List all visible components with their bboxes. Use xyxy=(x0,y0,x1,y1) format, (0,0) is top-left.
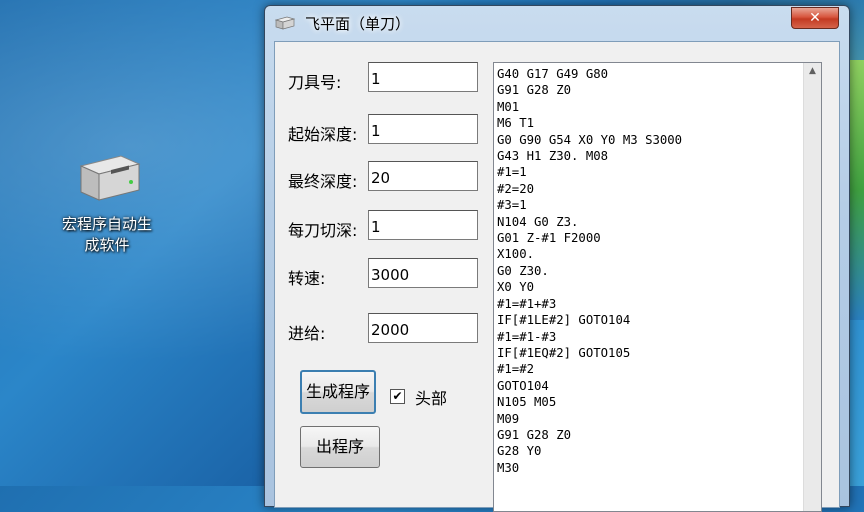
final-depth-label: 最终深度: xyxy=(288,172,358,191)
spindle-speed-label: 转速: xyxy=(288,269,326,288)
tool-number-label: 刀具号: xyxy=(288,73,342,92)
depth-per-cut-input[interactable]: 1 xyxy=(368,210,478,240)
gcode-line: GOTO104 xyxy=(497,378,549,393)
final-depth-input[interactable]: 20 xyxy=(368,161,478,191)
gcode-line: #1=#2 xyxy=(497,362,535,377)
window-client-area: 刀具号: 1 起始深度: 1 最终深度: 20 每刀切深: 1 转速: 3000… xyxy=(274,41,840,512)
gcode-line: M30 xyxy=(497,460,520,475)
desktop-icon-macro-generator[interactable]: 宏程序自动生 成软件 xyxy=(52,152,162,256)
generate-program-button[interactable]: 生成程序 xyxy=(300,370,376,414)
start-depth-input[interactable]: 1 xyxy=(368,114,478,144)
scroll-up-icon[interactable]: ▲ xyxy=(804,63,821,80)
app-window: 飞平面（单刀） ✕ 刀具号: 1 起始深度: 1 最终深度: 20 每刀切深: … xyxy=(264,5,850,512)
gcode-line: #2=20 xyxy=(497,181,535,196)
drive-icon xyxy=(79,155,141,201)
vertical-scrollbar[interactable]: ▲ xyxy=(803,63,821,511)
gcode-line: G91 G28 Z0 xyxy=(497,83,572,98)
gcode-line: N104 G0 Z3. xyxy=(497,214,579,229)
gcode-line: G40 G17 G49 G80 xyxy=(497,67,609,81)
gcode-line: M09 xyxy=(497,411,520,426)
feed-rate-input[interactable]: 2000 xyxy=(368,313,478,343)
gcode-line: X100. xyxy=(497,247,535,262)
gcode-line: N105 M05 xyxy=(497,395,557,410)
depth-per-cut-label: 每刀切深: xyxy=(288,221,358,240)
header-checkbox[interactable]: ✔ xyxy=(390,389,405,404)
start-depth-label: 起始深度: xyxy=(288,125,358,144)
gcode-output-textarea[interactable]: G40 G17 G49 G80 G91 G28 Z0 M01 M6 T1 G0 G90 … xyxy=(493,62,822,512)
checkmark-icon: ✔ xyxy=(392,389,403,403)
desktop-icon-label-line2: 成软件 xyxy=(84,236,130,254)
gcode-line: IF[#1EQ#2] GOTO105 xyxy=(497,345,631,360)
gcode-line: G0 G90 G54 X0 Y0 M3 S3000 xyxy=(497,132,683,147)
gcode-line: IF[#1LE#2] GOTO104 xyxy=(497,313,631,328)
gcode-line: G43 H1 Z30. M08 xyxy=(497,149,609,164)
gcode-line: M01 xyxy=(497,99,520,114)
desktop-icon-label-line1: 宏程序自动生 xyxy=(61,215,152,233)
gcode-line: G01 Z-#1 F2000 xyxy=(497,231,601,246)
feed-rate-label: 进给: xyxy=(288,324,326,343)
gcode-line: G28 Y0 xyxy=(497,444,542,459)
gcode-line: #1=#1+#3 xyxy=(497,296,557,311)
title-bar[interactable]: 飞平面（单刀） ✕ xyxy=(265,6,849,40)
output-program-button[interactable]: 出程序 xyxy=(300,426,380,468)
gcode-line: G91 G28 Z0 xyxy=(497,427,572,442)
close-icon: ✕ xyxy=(809,10,821,26)
gcode-text: G40 G17 G49 G80 G91 G28 Z0 M01 M6 T1 G0 G90 … xyxy=(497,66,682,476)
gcode-line: G0 Z30. xyxy=(497,263,549,278)
gcode-line: #3=1 xyxy=(497,198,527,213)
close-button[interactable]: ✕ xyxy=(791,7,839,29)
tool-number-input[interactable]: 1 xyxy=(368,62,478,92)
gcode-line: M6 T1 xyxy=(497,116,535,131)
header-checkbox-label: 头部 xyxy=(415,389,448,408)
spindle-speed-input[interactable]: 3000 xyxy=(368,258,478,288)
gcode-line: X0 Y0 xyxy=(497,280,535,295)
gcode-line: #1=1 xyxy=(497,165,527,180)
gcode-line: #1=#1-#3 xyxy=(497,329,557,344)
window-title: 飞平面（单刀） xyxy=(305,15,411,33)
drive-icon xyxy=(275,16,295,30)
